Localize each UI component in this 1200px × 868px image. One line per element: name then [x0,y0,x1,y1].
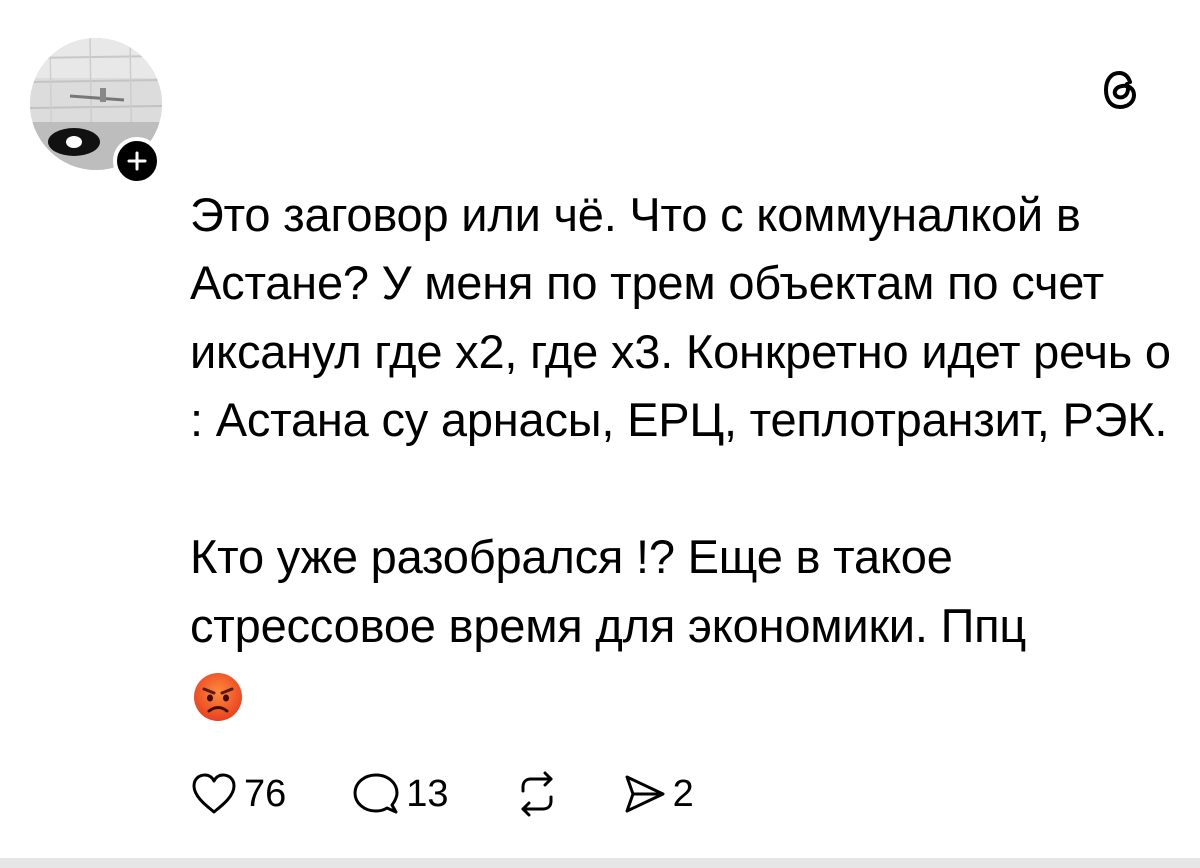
reply-button[interactable]: 13 [352,771,449,817]
post-paragraph-1: Это заговор или чё. Что с коммуналкой в … [190,187,1171,447]
post-paragraph-2: Кто уже разобрался !? Еще в такое стресс… [190,530,1027,652]
post-actions: 76 13 2 [190,766,694,822]
send-icon [625,775,665,813]
heart-icon [192,773,236,814]
like-button[interactable]: 76 [190,771,286,817]
plus-icon [127,151,147,171]
repost-button[interactable] [513,771,561,817]
reply-count: 13 [406,772,449,815]
angry-face-emoji [194,673,242,721]
repost-icon [521,771,553,817]
post-body: Это заговор или чё. Что с коммуналкой в … [190,112,1180,729]
like-count: 76 [244,772,287,815]
share-count: 2 [672,772,694,815]
comment-icon [353,773,399,814]
share-button[interactable]: 2 [623,771,694,817]
bottom-divider [0,858,1200,868]
author-avatar-container[interactable] [30,38,162,185]
follow-button[interactable] [113,137,161,185]
threads-logo-icon[interactable] [1103,69,1141,111]
